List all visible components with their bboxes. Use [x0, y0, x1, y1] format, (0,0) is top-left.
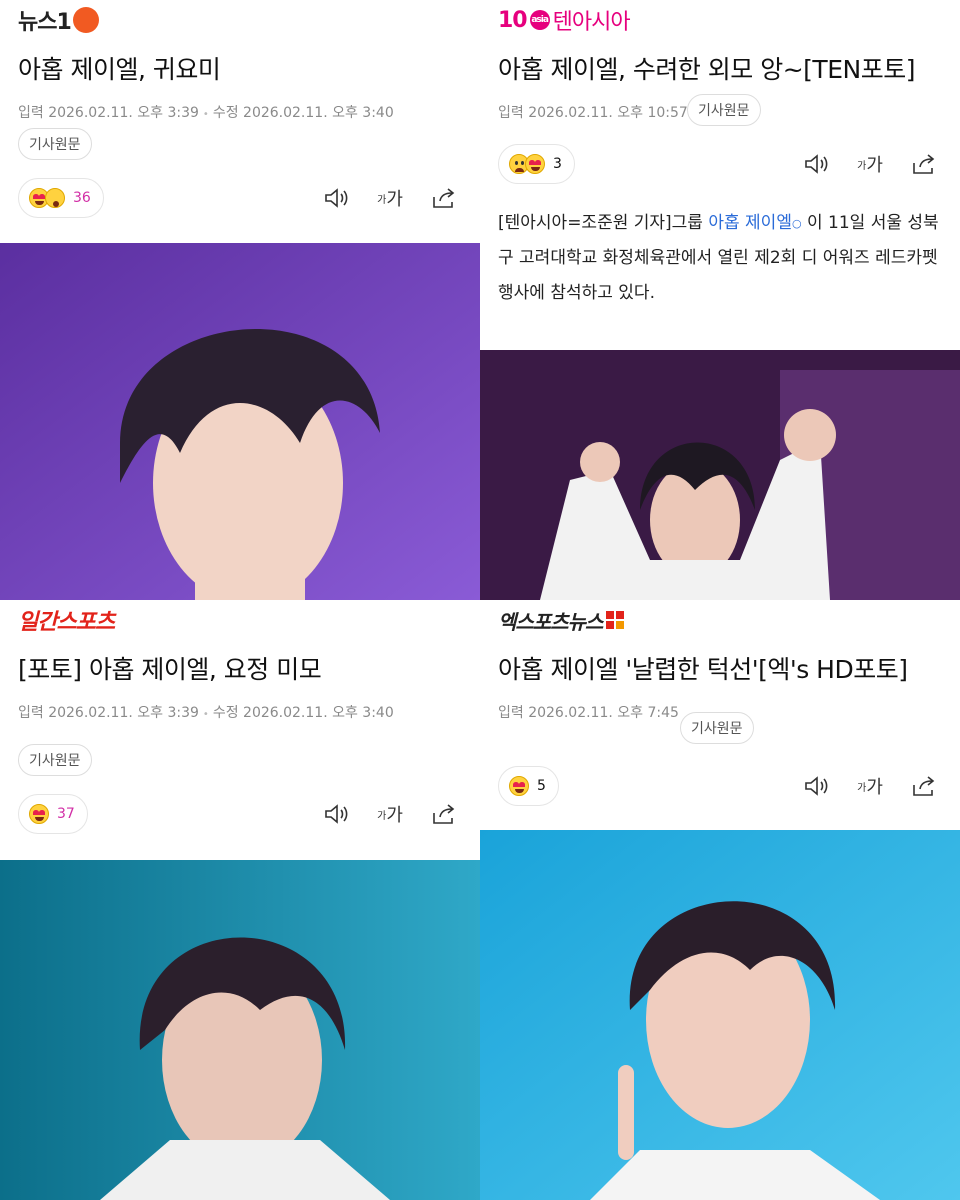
speaker-icon[interactable] — [322, 184, 350, 212]
share-icon[interactable] — [910, 150, 938, 178]
article-card: 일간스포츠 [포토] 아홉 제이엘, 요정 미모 입력 2026.02.11. … — [0, 600, 480, 1200]
font-size-icon[interactable]: 가가 — [856, 772, 884, 800]
heart-eyes-emoji-icon — [29, 804, 49, 824]
separator-dot: • — [202, 109, 209, 120]
article-photo[interactable] — [0, 860, 480, 1200]
share-icon[interactable] — [430, 800, 458, 828]
article-toolbar: 가가 — [802, 772, 938, 800]
news1-mark-icon — [72, 7, 99, 33]
font-size-icon[interactable]: 가가 — [376, 800, 404, 828]
publisher-badge: 10 — [498, 7, 528, 33]
article-title[interactable]: 아홉 제이엘, 귀요미 — [18, 50, 221, 86]
published-time: 입력 2026.02.11. 오후 3:39 — [18, 705, 199, 721]
article-title[interactable]: 아홉 제이엘 '날렵한 턱선'[엑's HD포토] — [498, 650, 908, 686]
article-card: 10 asia 텐아시아 아홉 제이엘, 수려한 외모 앙~[TEN포토] 입력… — [480, 0, 960, 600]
article-body: [텐아시아=조준원 기자]그룹 아홉 제이엘○ 이 11일 서울 성북구 고려대… — [498, 206, 948, 311]
publisher-name: 뉴스1 — [18, 10, 72, 35]
xports-mark-icon — [606, 611, 625, 629]
article-toolbar: 가가 — [322, 800, 458, 828]
publisher-logo[interactable]: 뉴스1 — [18, 6, 99, 35]
original-article-button[interactable]: 기사원문 — [18, 744, 92, 776]
publisher-name: 엑스포츠뉴스 — [498, 609, 603, 634]
reaction-button[interactable]: 5 — [498, 766, 559, 806]
published-time: 입력 2026.02.11. 오후 7:45 — [498, 705, 679, 721]
original-article-button[interactable]: 기사원문 — [18, 128, 92, 160]
keyword-link[interactable]: 아홉 제이엘 — [708, 213, 792, 233]
reaction-button[interactable]: 36 — [18, 178, 104, 218]
article-meta: 입력 2026.02.11. 오후 10:57 — [498, 102, 688, 122]
publisher-logo[interactable]: 10 asia 텐아시아 — [498, 6, 631, 36]
reaction-count: 37 — [57, 806, 75, 822]
article-photo[interactable] — [480, 350, 960, 600]
heart-eyes-emoji-icon — [509, 776, 529, 796]
article-card: 엑스포츠뉴스 아홉 제이엘 '날렵한 턱선'[엑's HD포토] 입력 2026… — [480, 600, 960, 1200]
reaction-count: 5 — [537, 778, 546, 794]
edited-time: 수정 2026.02.11. 오후 3:40 — [212, 705, 394, 721]
font-size-icon[interactable]: 가가 — [376, 184, 404, 212]
original-article-button[interactable]: 기사원문 — [687, 94, 761, 126]
speaker-icon[interactable] — [802, 150, 830, 178]
publisher-name: 텐아시아 — [552, 10, 631, 35]
original-article-button[interactable]: 기사원문 — [680, 712, 754, 744]
published-time: 입력 2026.02.11. 오후 3:39 — [18, 105, 199, 121]
publisher-name: 일간스포츠 — [18, 610, 115, 635]
article-photo[interactable] — [480, 830, 960, 1200]
article-photo[interactable] — [0, 243, 480, 600]
share-icon[interactable] — [910, 772, 938, 800]
article-toolbar: 가가 — [802, 150, 938, 178]
separator-dot: • — [202, 709, 209, 720]
body-prefix: [텐아시아=조준원 기자]그룹 — [498, 213, 703, 233]
article-card: 뉴스1 아홉 제이엘, 귀요미 입력 2026.02.11. 오후 3:39 • 수… — [0, 0, 480, 600]
article-meta: 입력 2026.02.11. 오후 3:39 • 수정 2026.02.11. 오후… — [18, 702, 394, 722]
reaction-button[interactable]: 3 — [498, 144, 575, 184]
edited-time: 수정 2026.02.11. 오후 3:40 — [212, 105, 394, 121]
published-time: 입력 2026.02.11. 오후 10:57 — [498, 105, 688, 121]
reaction-button[interactable]: 37 — [18, 794, 88, 834]
publisher-badge-sub: asia — [529, 10, 550, 30]
heart-eyes-emoji-icon — [525, 154, 545, 174]
reaction-count: 3 — [553, 156, 562, 172]
publisher-logo[interactable]: 일간스포츠 — [18, 606, 115, 635]
article-title[interactable]: [포토] 아홉 제이엘, 요정 미모 — [18, 650, 322, 686]
surprised-emoji-icon — [45, 188, 65, 208]
share-icon[interactable] — [430, 184, 458, 212]
article-toolbar: 가가 — [322, 184, 458, 212]
reaction-count: 36 — [73, 190, 91, 206]
article-meta: 입력 2026.02.11. 오후 3:39 • 수정 2026.02.11. 오후… — [18, 102, 394, 122]
search-icon: ○ — [791, 217, 802, 230]
speaker-icon[interactable] — [802, 772, 830, 800]
speaker-icon[interactable] — [322, 800, 350, 828]
publisher-logo[interactable]: 엑스포츠뉴스 — [498, 606, 625, 634]
font-size-icon[interactable]: 가가 — [856, 150, 884, 178]
article-title[interactable]: 아홉 제이엘, 수려한 외모 앙~[TEN포토] — [498, 50, 915, 86]
article-meta: 입력 2026.02.11. 오후 7:45 — [498, 702, 679, 722]
